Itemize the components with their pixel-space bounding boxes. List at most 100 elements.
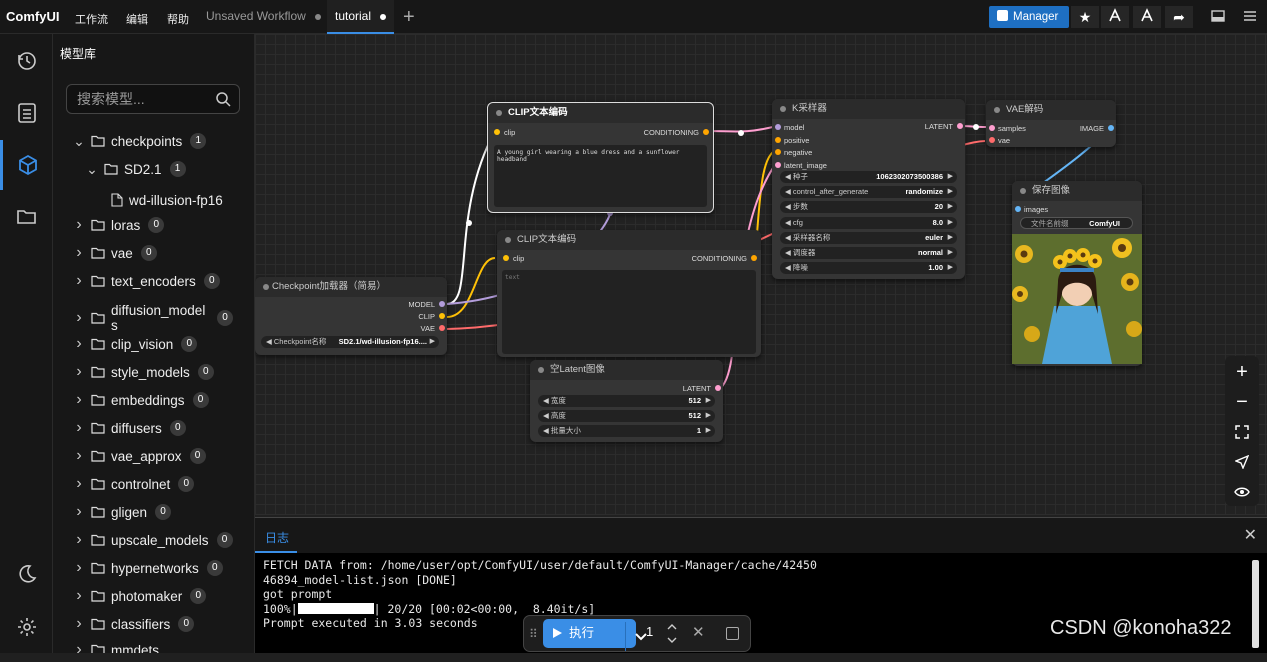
share-arrow-icon[interactable]: ➦ — [1165, 6, 1193, 28]
output-port[interactable] — [439, 325, 445, 331]
menu-edit[interactable]: 编辑 — [126, 11, 148, 27]
tree-item[interactable]: › clip_vision 0 — [73, 333, 198, 355]
clip-text-encode-negative-node[interactable]: CLIP文本编码 clip CONDITIONING text — [497, 230, 761, 357]
input-port[interactable] — [989, 125, 995, 131]
tab-unsaved-workflow[interactable]: Unsaved Workflow — [198, 0, 329, 34]
fit-view-icon[interactable] — [1225, 417, 1259, 447]
tree-item[interactable]: › mmdets — [73, 639, 159, 653]
tree-item[interactable]: › text_encoders 0 — [73, 270, 220, 292]
tree-item[interactable]: › gligen 0 — [73, 501, 172, 523]
tree-item[interactable]: wd-illusion-fp16 — [111, 184, 227, 216]
model-search-box[interactable] — [66, 84, 240, 114]
output-port[interactable] — [751, 255, 757, 261]
chevron-right-icon[interactable]: › — [73, 335, 85, 353]
latent-widget[interactable]: ◀ 宽度 512 ▶ — [538, 395, 715, 407]
app-logo[interactable]: ComfyUI — [6, 9, 59, 24]
chevron-right-icon[interactable]: › — [73, 587, 85, 605]
checkpoint-loader-node[interactable]: Checkpoint加载器（简易） MODEL CLIP VAE ◀ Check… — [255, 277, 447, 355]
stop-square-icon[interactable] — [726, 627, 739, 640]
input-port[interactable] — [1015, 206, 1021, 212]
chevron-right-icon[interactable]: › — [73, 615, 85, 633]
input-port[interactable] — [503, 255, 509, 261]
tree-item[interactable]: ⌄ SD2.1 1 — [86, 158, 186, 180]
ksampler-widget[interactable]: ◀ 采样器名称 euler ▶ — [780, 231, 957, 244]
empty-latent-image-node[interactable]: 空Latent图像 LATENT ◀ 宽度 512 ▶ ◀ 高度 512 ▶ ◀ 批量大小 1… — [530, 360, 723, 442]
output-port[interactable] — [1108, 125, 1114, 131]
input-port[interactable] — [775, 136, 781, 143]
arrow-right-icon[interactable]: ▶ — [948, 186, 953, 198]
zoom-out-icon[interactable]: − — [1225, 387, 1259, 417]
tree-item[interactable]: › style_models 0 — [73, 361, 214, 383]
ksampler-node[interactable]: K采样器 LATENT model positive negative latent_… — [772, 99, 965, 279]
queue-icon[interactable] — [0, 88, 53, 138]
arrow-right-icon[interactable]: ▶ — [948, 247, 953, 259]
checkpoint-name-widget[interactable]: ◀ Checkpoint名称 SD2.1/wd-illusion-fp16...… — [261, 336, 439, 348]
tree-item[interactable]: › diffusers 0 — [73, 417, 186, 439]
latent-widget[interactable]: ◀ 批量大小 1 ▶ — [538, 425, 715, 437]
input-port[interactable] — [989, 137, 995, 143]
generated-image-preview[interactable] — [1012, 234, 1142, 364]
output-port[interactable] — [439, 301, 445, 307]
ksampler-widget[interactable]: ◀ cfg 8.0 ▶ — [780, 216, 957, 229]
chevron-right-icon[interactable]: › — [73, 447, 85, 465]
ksampler-widget[interactable]: ◀ control_after_generate randomize ▶ — [780, 186, 957, 199]
chevron-right-icon[interactable]: › — [73, 559, 85, 577]
input-port[interactable] — [775, 161, 781, 168]
select-pointer-icon[interactable] — [1225, 447, 1259, 477]
filename-prefix-widget[interactable]: 文件名前缀 ComfyUI — [1020, 217, 1133, 229]
model-library-icon[interactable] — [0, 140, 53, 190]
ksampler-widget[interactable]: ◀ 降噪 1.00 ▶ — [780, 262, 957, 275]
batch-count-stepper[interactable] — [664, 619, 680, 648]
chevron-right-icon[interactable]: › — [73, 641, 85, 653]
tree-item[interactable]: › vae 0 — [73, 242, 157, 264]
chevron-right-icon[interactable]: › — [73, 391, 85, 409]
tree-item[interactable]: › loras 0 — [73, 214, 165, 236]
arrow-right-icon[interactable]: ▶ — [948, 232, 953, 244]
arrow-right-icon[interactable]: ▶ — [706, 395, 711, 407]
menu-help[interactable]: 帮助 — [167, 11, 189, 27]
node-graph-canvas[interactable]: CLIP文本编码 clip CONDITIONING A young girl … — [255, 34, 1267, 515]
theme-moon-icon[interactable] — [0, 549, 53, 599]
arrow-right-icon[interactable]: ▶ — [948, 262, 953, 274]
chevron-down-icon[interactable]: ⌄ — [73, 133, 85, 150]
run-button[interactable]: 执行 — [543, 619, 647, 651]
tree-item[interactable]: › diffusion_models 0 — [73, 302, 233, 334]
model-manager-icon[interactable] — [1133, 6, 1161, 28]
chevron-right-icon[interactable]: › — [73, 309, 85, 327]
chevron-down-icon[interactable]: ⌄ — [86, 161, 98, 178]
tree-item[interactable]: › classifiers 0 — [73, 613, 195, 635]
chevron-right-icon[interactable]: › — [73, 244, 85, 262]
tree-item[interactable]: › hypernetworks 0 — [73, 557, 223, 579]
manager-button[interactable]: Manager — [989, 6, 1069, 28]
tree-item[interactable]: › vae_approx 0 — [73, 445, 206, 467]
arrow-right-icon[interactable]: ▶ — [706, 425, 711, 437]
ksampler-widget[interactable]: ◀ 步数 20 ▶ — [780, 201, 957, 214]
ksampler-widget[interactable]: ◀ 种子 1062302073500386 ▶ — [780, 171, 957, 183]
prompt-textarea[interactable]: text — [502, 270, 756, 354]
output-port[interactable] — [703, 129, 709, 135]
prompt-textarea[interactable]: A young girl wearing a blue dress and a … — [494, 145, 707, 207]
output-port[interactable] — [715, 385, 721, 391]
tree-item[interactable]: ⌄ checkpoints 1 — [73, 130, 207, 152]
search-icon[interactable] — [215, 91, 231, 112]
star-icon[interactable]: ★ — [1071, 6, 1099, 28]
drag-grip-icon[interactable]: ⠿ — [529, 627, 538, 641]
hamburger-menu-icon[interactable] — [1236, 6, 1264, 28]
new-tab-plus-icon[interactable]: + — [403, 6, 415, 29]
chevron-right-icon[interactable]: › — [73, 475, 85, 493]
settings-gear-icon[interactable] — [0, 602, 53, 652]
vae-decode-node[interactable]: VAE解码 samples vae IMAGE — [986, 100, 1116, 147]
ksampler-widget[interactable]: ◀ 调度器 normal ▶ — [780, 247, 957, 259]
workflows-folder-icon[interactable] — [0, 192, 53, 242]
chevron-right-icon[interactable]: › — [73, 272, 85, 290]
chevron-right-icon[interactable]: › — [73, 363, 85, 381]
output-port[interactable] — [439, 313, 445, 319]
arrow-right-icon[interactable]: ▶ — [430, 336, 435, 348]
menu-workflow[interactable]: 工作流 — [75, 11, 108, 27]
tab-tutorial[interactable]: tutorial — [327, 0, 395, 34]
cancel-x-icon[interactable]: ✕ — [692, 623, 705, 641]
close-icon[interactable]: ✕ — [1244, 525, 1257, 545]
input-port[interactable] — [775, 124, 781, 130]
arrow-right-icon[interactable]: ▶ — [948, 201, 953, 213]
chevron-right-icon[interactable]: › — [73, 503, 85, 521]
